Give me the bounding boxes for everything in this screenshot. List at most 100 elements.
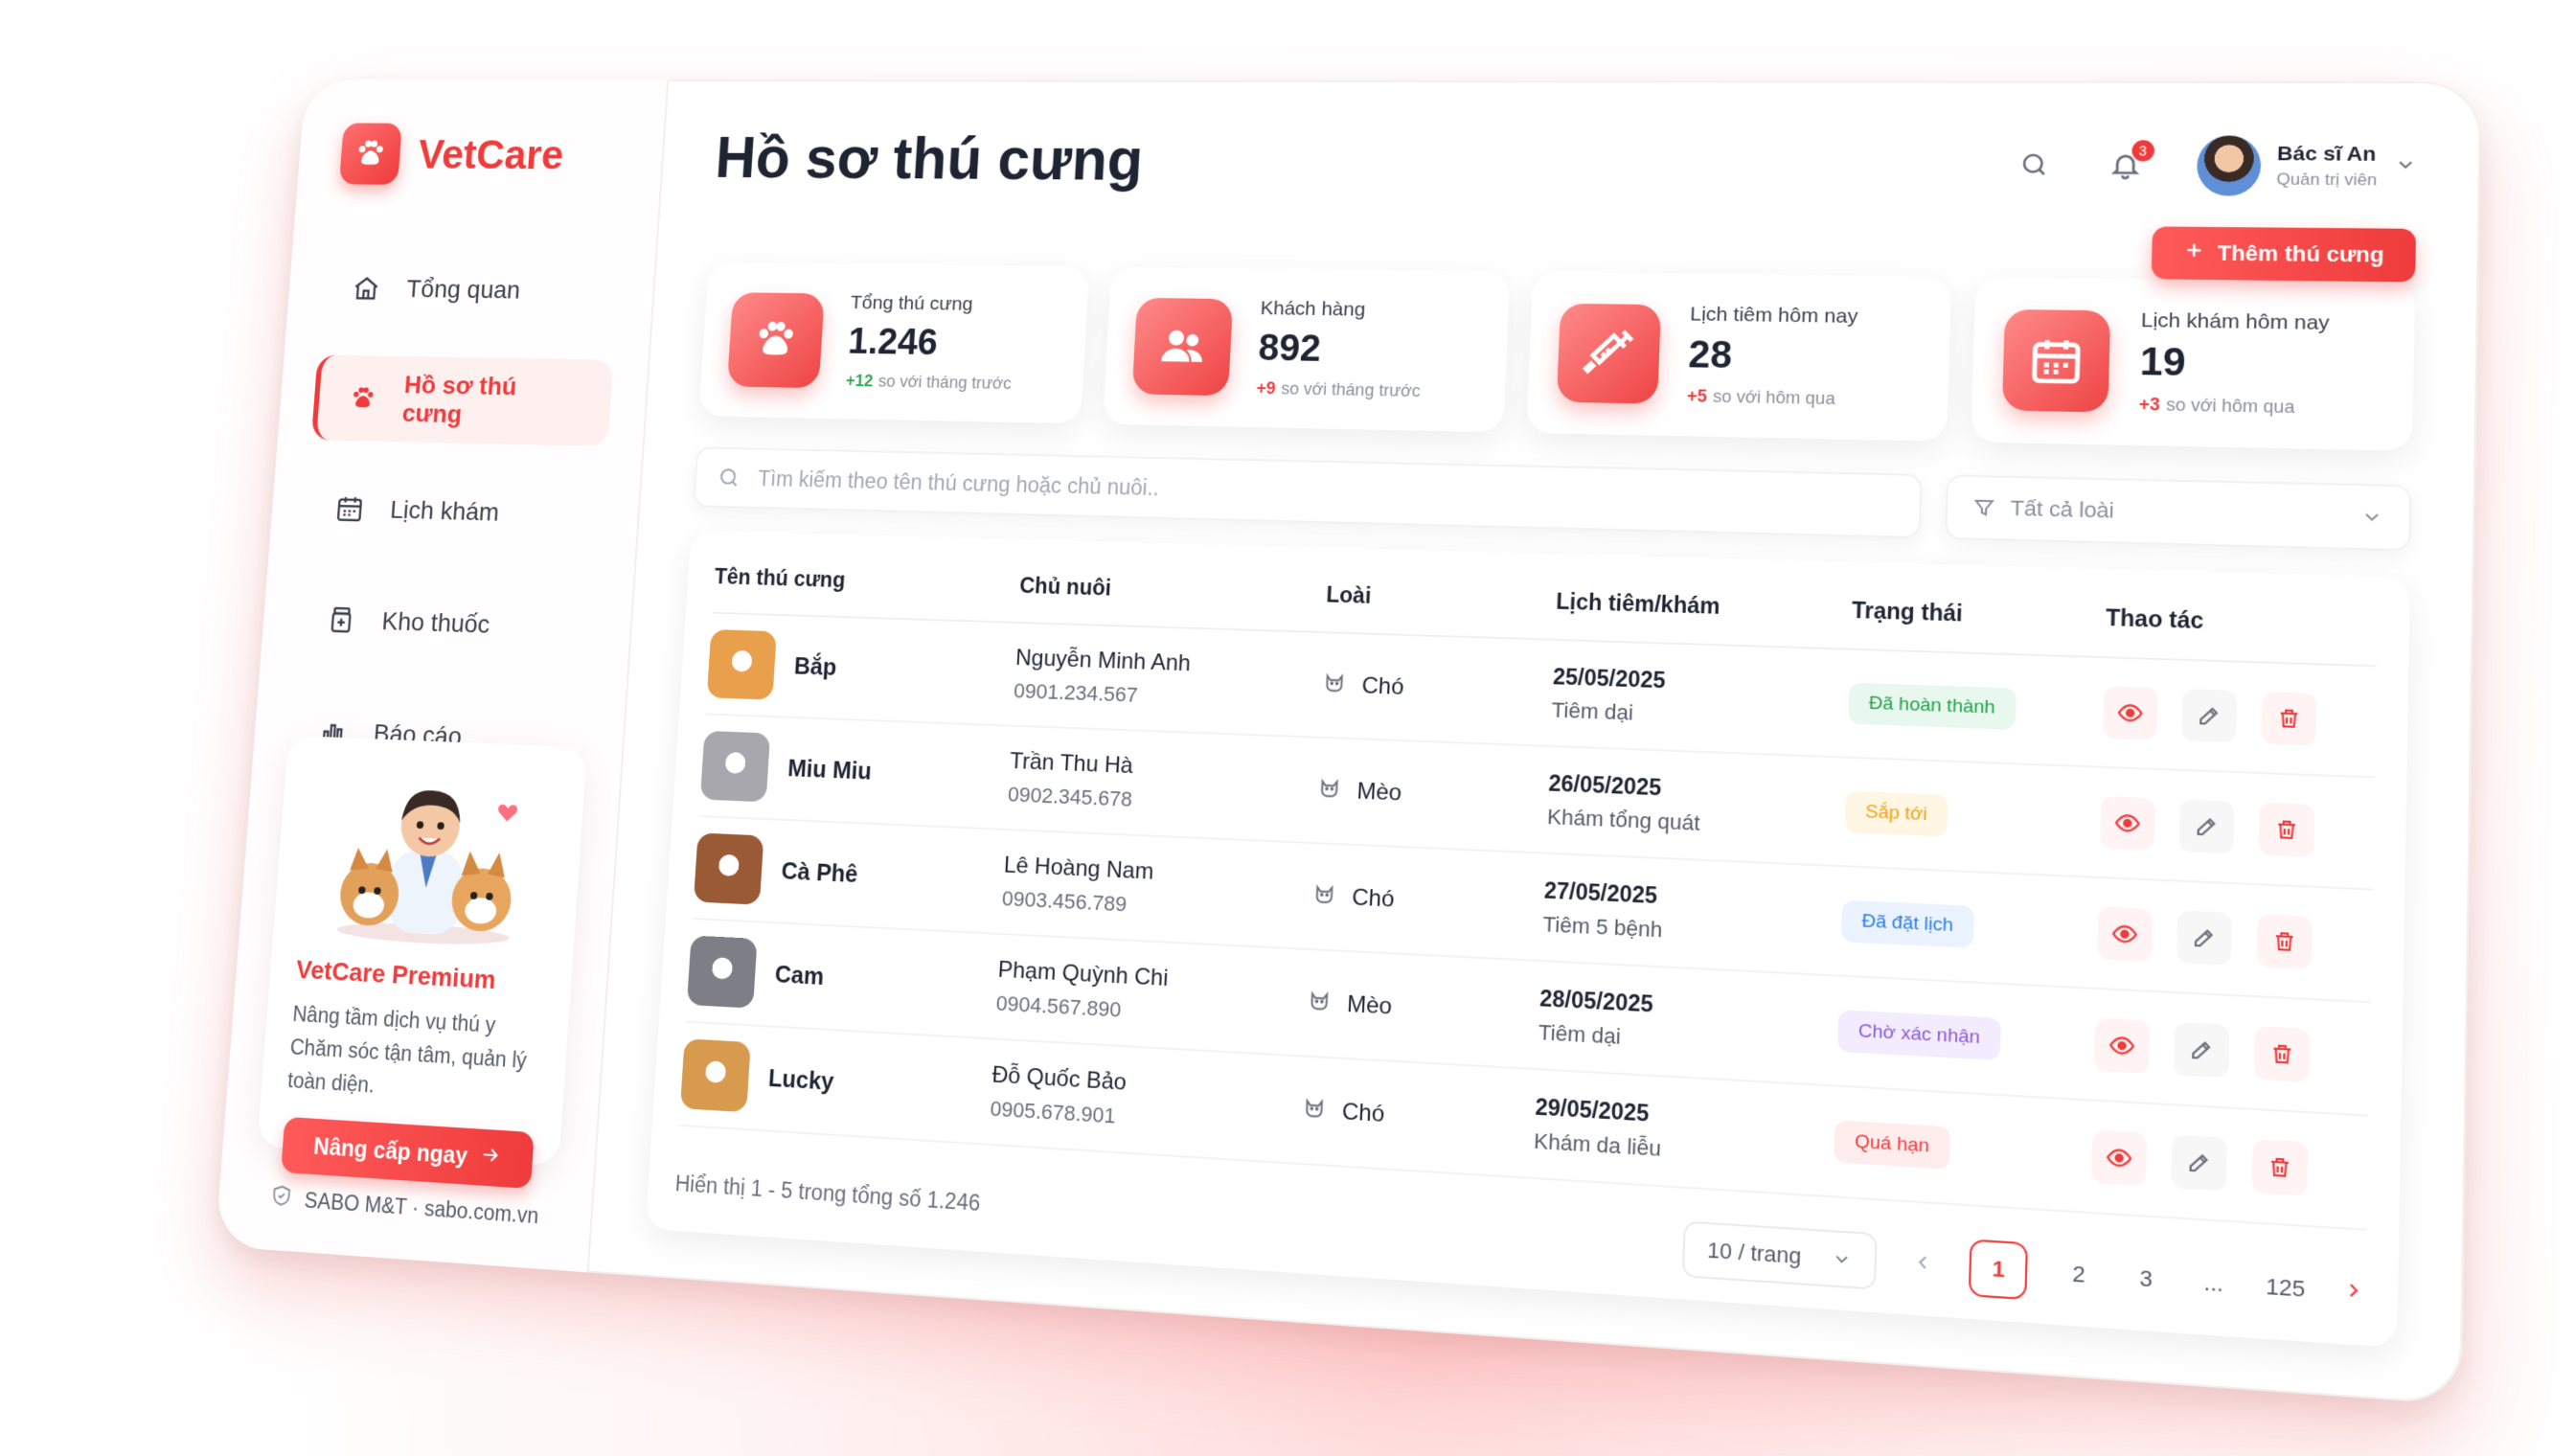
page-background: VetCare Tổng quan Hồ sơ thú cưng Lịch kh… [0, 0, 2575, 1456]
column-header-pet[interactable]: Tên thú cưng [714, 563, 1020, 598]
plus-icon [2182, 239, 2205, 267]
column-header-schedule[interactable]: Lịch tiêm/khám [1556, 588, 1853, 624]
sidebar-item-pet-records[interactable]: Hồ sơ thú cưng [310, 354, 614, 447]
sidebar-item-appointments[interactable]: Lịch khám [303, 465, 606, 558]
search-placeholder: Tìm kiếm theo tên thú cưng hoặc chủ nuôi… [757, 466, 1160, 500]
pet-name[interactable]: Lucky [767, 1065, 834, 1097]
delete-button[interactable] [2253, 1026, 2311, 1082]
next-page-button[interactable] [2341, 1278, 2365, 1308]
notification-count-badge: 3 [2131, 140, 2154, 162]
edit-button[interactable] [2174, 1021, 2230, 1079]
search-icon [717, 466, 741, 489]
stat-card-vaccinations-today: Lịch tiêm hôm nay 28 +5 so với hôm qua [1526, 271, 1952, 442]
page-button-last[interactable]: 125 [2266, 1273, 2306, 1303]
schedule-type: Tiêm dại [1538, 1019, 1622, 1049]
sidebar-item-pharmacy[interactable]: Kho thuốc [294, 576, 598, 672]
delete-button[interactable] [2258, 802, 2315, 857]
page-button-1[interactable]: 1 [1969, 1239, 2029, 1301]
filter-bar: Tìm kiếm theo tên thú cưng hoặc chủ nuôi… [693, 446, 2412, 552]
pet-photo [679, 1038, 751, 1113]
species-cell: Mèo [1316, 774, 1549, 815]
owner-phone: 0903.456.789 [1001, 886, 1128, 917]
species-filter-value: Tất cả loài [2010, 495, 2115, 523]
edit-button[interactable] [2171, 1134, 2227, 1192]
page-title: Hồ sơ thú cưng [713, 125, 1146, 193]
per-page-value: 10 / trang [1706, 1237, 1802, 1269]
status-cell: Đã hoàn thành [1848, 682, 2104, 734]
stat-value: 28 [1687, 333, 1733, 377]
species-cell: Mèo [1306, 987, 1539, 1032]
stat-label: Khách hàng [1260, 297, 1366, 321]
owner-name: Lê Hoàng Nam [1003, 852, 1154, 885]
user-role: Quản trị viên [2276, 170, 2378, 190]
schedule-cell: 28/05/2025 Tiêm dại [1538, 985, 1838, 1061]
delete-button[interactable] [2251, 1139, 2309, 1196]
stat-label: Lịch tiêm hôm nay [1689, 303, 1858, 328]
search-input[interactable]: Tìm kiếm theo tên thú cưng hoặc chủ nuôi… [693, 446, 1923, 539]
shield-icon [269, 1183, 294, 1215]
animal-icon [1306, 987, 1333, 1020]
add-pet-button[interactable]: Thêm thú cưng [2151, 226, 2417, 283]
stat-delta-value: +9 [1256, 378, 1277, 398]
topbar: Hồ sơ thú cưng 3 Bác sĩ An Quản trị viên [714, 125, 2418, 203]
stat-delta: +3 so với hôm qua [2139, 395, 2329, 419]
view-button[interactable] [2091, 1129, 2148, 1187]
owner-cell: Lê Hoàng Nam 0903.456.789 [1001, 853, 1313, 926]
schedule-cell: 26/05/2025 Khám tổng quát [1547, 770, 1847, 842]
edit-button[interactable] [2176, 910, 2233, 967]
pet-name[interactable]: Miu Miu [787, 755, 873, 785]
stat-delta-text: so với tháng trước [1280, 378, 1422, 400]
upgrade-button[interactable]: Nâng cấp ngay [281, 1116, 535, 1190]
vet-with-pets-illustration [299, 763, 559, 949]
edit-button[interactable] [2181, 689, 2238, 743]
upgrade-button-label: Nâng cấp ngay [312, 1132, 469, 1170]
pet-name[interactable]: Cam [774, 961, 825, 990]
actions-cell [2097, 906, 2372, 972]
pet-name[interactable]: Cà Phê [781, 857, 858, 888]
column-header-species[interactable]: Loài [1326, 581, 1557, 614]
sidebar-item-overview[interactable]: Tổng quan [320, 245, 622, 334]
stat-delta-text: so với hôm qua [1712, 386, 1836, 409]
status-cell: Quá hạn [1834, 1120, 2092, 1177]
eye-icon [2106, 1144, 2133, 1172]
delete-button[interactable] [2256, 913, 2313, 970]
chevron-left-icon [1911, 1250, 1934, 1274]
view-button[interactable] [2097, 906, 2153, 962]
prev-page-button[interactable] [1911, 1250, 1935, 1279]
stat-label: Tổng thú cưng [850, 291, 974, 315]
notifications-button[interactable]: 3 [2105, 140, 2154, 185]
eye-icon [2116, 699, 2144, 726]
user-menu[interactable]: Bác sĩ An Quản trị viên [2196, 135, 2417, 196]
page-button-3[interactable]: 3 [2130, 1264, 2162, 1293]
search-button[interactable] [2014, 146, 2055, 184]
edit-button[interactable] [2178, 799, 2235, 854]
topbar-actions: 3 Bác sĩ An Quản trị viên [2013, 135, 2417, 197]
column-header-owner[interactable]: Chủ nuôi [1019, 573, 1327, 607]
species-name: Chó [1341, 1098, 1385, 1128]
pets-table: Tên thú cưng Chủ nuôi Loài Lịch tiêm/khá… [645, 530, 2410, 1349]
delete-button[interactable] [2261, 691, 2317, 746]
species-filter-select[interactable]: Tất cả loài [1944, 474, 2412, 552]
trash-icon [2271, 929, 2297, 955]
per-page-select[interactable]: 10 / trang [1682, 1220, 1879, 1290]
pet-name[interactable]: Bắp [793, 653, 837, 682]
species-cell: Chó [1311, 880, 1544, 923]
page-button-2[interactable]: 2 [2062, 1261, 2095, 1289]
user-name: Bác sĩ An [2276, 142, 2377, 166]
view-button[interactable] [2102, 686, 2158, 740]
species-name: Chó [1351, 884, 1396, 913]
species-cell: Chó [1321, 669, 1553, 709]
dashboard-window: VetCare Tổng quan Hồ sơ thú cưng Lịch kh… [215, 79, 2482, 1405]
paw-logo-icon [338, 123, 402, 185]
view-button[interactable] [2099, 796, 2155, 851]
schedule-type: Tiêm dại [1551, 696, 1634, 725]
owner-phone: 0904.567.890 [995, 990, 1123, 1022]
status-badge: Quá hạn [1834, 1120, 1951, 1170]
view-button[interactable] [2094, 1017, 2151, 1074]
stat-value: 1.246 [847, 321, 940, 363]
trash-icon [2274, 817, 2300, 842]
column-header-actions: Thao tác [2105, 603, 2204, 633]
brand[interactable]: VetCare [338, 123, 629, 186]
schedule-date: 27/05/2025 [1543, 876, 1658, 908]
column-header-status[interactable]: Trạng thái [1852, 597, 2107, 631]
